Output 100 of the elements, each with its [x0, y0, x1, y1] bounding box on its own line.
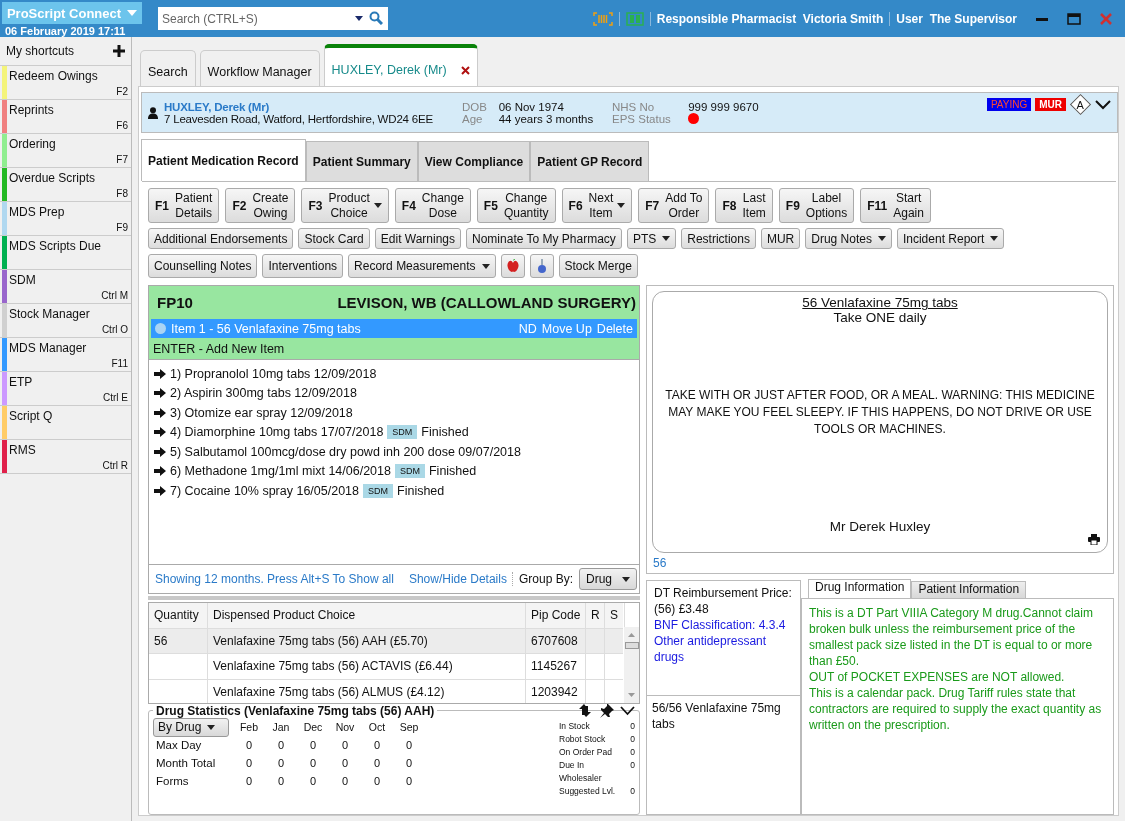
action-button[interactable]: Incident Report — [896, 228, 1005, 249]
shortcut-item[interactable]: MDS Manager F11 — [0, 338, 131, 372]
apple-button[interactable] — [500, 254, 525, 278]
close-icon[interactable] — [460, 65, 470, 75]
plus-icon[interactable] — [113, 45, 125, 57]
stat-value: 0 — [372, 757, 382, 769]
shortcut-item[interactable]: Stock Manager Ctrl O — [0, 304, 131, 338]
item-status: Finished — [421, 425, 469, 440]
search-field[interactable]: Search (CTRL+S) — [158, 7, 388, 30]
action-button[interactable]: PTS — [626, 228, 677, 249]
action-button[interactable]: Additional Endorsements — [148, 228, 294, 249]
patient-name[interactable]: HUXLEY, Derek (Mr) — [164, 100, 456, 113]
date-time: 06 February 2019 17:11 — [4, 24, 127, 37]
eps-label: EPS Status — [612, 112, 671, 125]
info-tab[interactable]: Patient Information — [911, 581, 1027, 598]
stat-value: 0 — [276, 757, 286, 769]
stat-value: 0 — [340, 739, 350, 751]
stock-label: Due In Wholesaler — [559, 759, 603, 785]
history-item[interactable]: 3) Otomize ear spray 12/09/2018 — [170, 405, 353, 420]
history-item[interactable]: 7) Cocaine 10% spray 16/05/2018 — [170, 483, 359, 498]
maximize-icon[interactable] — [1067, 11, 1081, 26]
stat-value: 0 — [276, 775, 286, 787]
record-tab[interactable]: View Compliance — [417, 141, 531, 181]
dob-value: 06 Nov 1974 — [498, 100, 565, 113]
action-button[interactable]: Drug Notes — [805, 228, 892, 249]
table-cell: Venlafaxine 75mg tabs (56) ALMUS (£4.12) — [213, 684, 445, 699]
bnf-classification: BNF Classification: 4.3.4 Other antidepressant drugs — [654, 617, 787, 665]
shortcut-item[interactable]: RMS Ctrl R — [0, 440, 131, 474]
apple-icon — [506, 259, 519, 273]
column-header: Pip Code — [526, 603, 586, 628]
info-tab[interactable]: Drug Information — [808, 579, 912, 598]
action-button[interactable]: Edit Warnings — [374, 228, 462, 249]
label-patient-name: Mr Derek Huxley — [829, 519, 931, 534]
flag-badge: PAYING — [986, 98, 1032, 111]
product-row[interactable]: Venlafaxine 75mg tabs (56) ACTAVIS (£6.44) 1145267 — [149, 654, 623, 680]
flask-button[interactable] — [529, 254, 554, 278]
action-button[interactable]: Stock Merge — [558, 254, 638, 278]
chevron-down-icon[interactable] — [620, 705, 635, 716]
action-button[interactable]: Nominate To My Pharmacy — [466, 228, 622, 249]
swap-arrows-icon[interactable] — [577, 703, 593, 718]
row-label: Month Total — [155, 757, 217, 769]
caret-icon — [622, 576, 630, 582]
record-tab[interactable]: Patient GP Record — [530, 141, 650, 181]
column-header: R — [586, 603, 605, 628]
shortcut-item[interactable]: Script Q — [0, 406, 131, 440]
group-by-dropdown[interactable]: Drug — [579, 568, 637, 590]
history-item[interactable]: 2) Aspirin 300mg tabs 12/09/2018 — [170, 386, 357, 401]
action-button[interactable]: Interventions — [262, 254, 344, 278]
show-all-link[interactable]: Showing 12 months. Press Alt+S To Show all — [155, 572, 394, 586]
shortcut-item[interactable]: MDS Prep F9 — [0, 202, 131, 236]
search-icon[interactable] — [369, 11, 383, 25]
sidebar-title: My shortcuts — [6, 44, 74, 58]
shortcut-item[interactable]: SDM Ctrl M — [0, 270, 131, 304]
action-button[interactable]: Stock Card — [298, 228, 370, 249]
shortcut-key: Ctrl R — [102, 460, 128, 471]
shortcut-item[interactable]: MDS Scripts Due — [0, 236, 131, 270]
shortcut-item[interactable]: Redeem Owings F2 — [0, 66, 131, 100]
user-label: User The Supervisor — [896, 11, 1017, 26]
printer-icon[interactable] — [1088, 534, 1100, 545]
age-label: Age — [462, 112, 484, 125]
action-button[interactable]: Restrictions — [681, 228, 756, 249]
stock-label: Robot Stock — [559, 733, 607, 746]
chevron-down-icon[interactable] — [1095, 99, 1111, 110]
column-header: S — [605, 603, 625, 628]
status-dot-icon — [688, 113, 700, 124]
tab[interactable]: Workflow Manager — [199, 50, 320, 86]
scrollbar-thumb[interactable] — [624, 641, 639, 649]
item-status: Finished — [428, 464, 477, 479]
history-item[interactable]: 1) Propranolol 10mg tabs 12/09/2018 — [170, 366, 377, 381]
history-item[interactable]: 4) Diamorphine 10mg tabs 17/07/2018 — [170, 425, 384, 440]
action-button[interactable]: MUR — [760, 228, 801, 249]
scrollbar[interactable] — [624, 627, 639, 703]
patient-address: 7 Leavesden Road, Watford, Hertfordshire, WD24 6EE — [164, 112, 434, 125]
history-item[interactable]: 5) Salbutamol 100mcg/dose dry powd inh 200 dose 09/07/2018 — [170, 444, 521, 459]
sdm-badge: SDM — [387, 425, 418, 440]
show-hide-link[interactable]: Show/Hide Details — [408, 572, 513, 586]
action-button[interactable]: Counselling Notes — [148, 254, 258, 278]
shortcut-item[interactable]: Ordering F7 — [0, 134, 131, 168]
shortcut-item[interactable]: Reprints F6 — [0, 100, 131, 134]
record-tab[interactable]: Patient Medication Record — [141, 139, 306, 181]
caret-icon[interactable] — [355, 16, 363, 21]
shortcut-key: F11 — [111, 358, 128, 369]
shortcut-item[interactable]: Overdue Scripts F8 — [0, 168, 131, 202]
history-item[interactable]: 6) Methadone 1mg/1ml mixt 14/06/2018 — [170, 464, 391, 479]
product-row[interactable]: 56 Venlafaxine 75mg tabs (56) AAH (£5.70) 6707608 — [149, 628, 623, 654]
stock-label: Suggested Lvl. — [559, 785, 617, 798]
label-quantity: 56 — [652, 555, 668, 572]
shortcut-key: Ctrl O — [101, 324, 128, 335]
action-button[interactable]: Record Measurements — [348, 254, 496, 278]
stock-value: 0 — [630, 720, 635, 733]
stat-value: 0 — [244, 739, 254, 751]
tab[interactable]: Search — [140, 50, 196, 86]
shortcut-key: F6 — [116, 120, 128, 131]
record-tab[interactable]: Patient Summary — [305, 141, 418, 181]
stock-value: 0 — [630, 746, 635, 759]
shortcut-item[interactable]: ETP Ctrl E — [0, 372, 131, 406]
by-drug-dropdown[interactable]: By Drug — [153, 717, 229, 737]
tab[interactable]: HUXLEY, Derek (Mr) — [323, 44, 478, 86]
stock-label: On Order Pad — [559, 746, 613, 759]
pin-icon[interactable] — [599, 703, 614, 718]
